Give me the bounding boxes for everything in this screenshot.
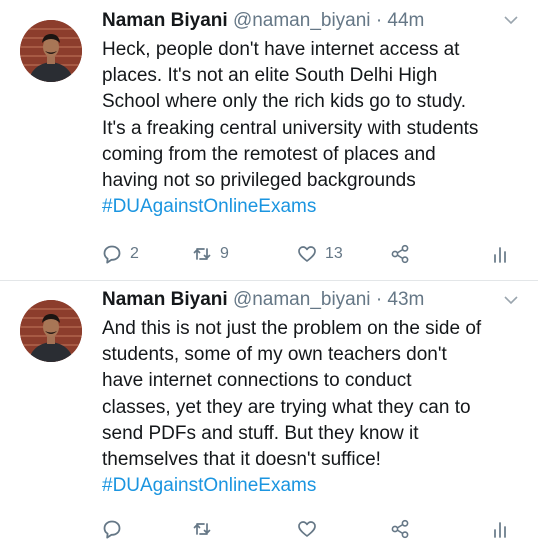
share-button[interactable]: [390, 517, 410, 541]
reply-icon: [103, 520, 121, 539]
chevron-down-icon[interactable]: [504, 15, 518, 25]
analytics-icon: [494, 522, 506, 538]
reply-button[interactable]: 2: [102, 242, 139, 266]
retweet-icon: [193, 248, 211, 260]
tweet-line: Heck, people don't have internet access …: [102, 39, 460, 60]
tweet-text: Heck, people don't have internet access …: [102, 37, 532, 220]
avatar-image: [20, 20, 82, 82]
tweet[interactable]: Naman Biyani @naman_biyani · 43m And thi…: [0, 282, 538, 552]
tweet-header: Naman Biyani @naman_biyani · 43m: [102, 289, 424, 311]
tweet-line: students, some of my own teachers don't: [102, 344, 447, 366]
like-count: 13: [325, 245, 343, 262]
tweet[interactable]: Naman Biyani @naman_biyani · 44m Heck, p…: [0, 0, 538, 280]
avatar-image: [20, 300, 82, 362]
analytics-button[interactable]: [490, 242, 510, 266]
display-name[interactable]: Naman Biyani: [102, 289, 228, 310]
tweet-actions: 2 9 13: [102, 242, 522, 266]
analytics-button[interactable]: [490, 517, 510, 541]
hashtag-link[interactable]: #DUAgainstOnlineExams: [102, 473, 532, 499]
chevron-down-icon[interactable]: [504, 295, 518, 305]
separator-dot: ·: [375, 289, 383, 310]
share-button[interactable]: [390, 242, 410, 266]
tweet-line: places. It's not an elite South Delhi Hi…: [102, 65, 438, 87]
separator-dot: ·: [375, 10, 383, 31]
avatar[interactable]: [20, 20, 82, 82]
tweet-line: And this is not just the problem on the …: [102, 318, 482, 339]
share-icon: [391, 244, 409, 264]
tweet-actions: [102, 517, 522, 541]
heart-icon: [298, 246, 316, 262]
retweet-icon: [193, 523, 211, 535]
tweet-line: send PDFs and stuff. But they know it: [102, 422, 419, 444]
analytics-icon: [494, 247, 506, 263]
share-icon: [391, 519, 409, 539]
tweet-header: Naman Biyani @naman_biyani · 44m: [102, 10, 424, 32]
retweet-button[interactable]: [192, 517, 212, 541]
like-button[interactable]: 13: [297, 242, 343, 266]
reply-count: 2: [130, 245, 139, 262]
tweet-line: School where only the rich kids go to st…: [102, 91, 467, 113]
heart-icon: [298, 521, 316, 537]
user-handle[interactable]: @naman_biyani: [233, 289, 371, 310]
retweet-button[interactable]: 9: [192, 242, 229, 266]
tweet-line: themselves that it doesn't suffice!: [102, 449, 381, 471]
tweet-line: have internet connections to conduct: [102, 370, 412, 392]
timestamp[interactable]: 43m: [387, 289, 424, 310]
timestamp[interactable]: 44m: [387, 10, 424, 31]
user-handle[interactable]: @naman_biyani: [233, 10, 371, 31]
tweet-text: And this is not just the problem on the …: [102, 316, 532, 499]
reply-button[interactable]: [102, 517, 122, 541]
like-button[interactable]: [297, 517, 317, 541]
reply-icon: [103, 245, 121, 264]
retweet-count: 9: [220, 245, 229, 262]
hashtag-link[interactable]: #DUAgainstOnlineExams: [102, 194, 532, 220]
tweet-line: classes, yet they are trying what they c…: [102, 396, 471, 418]
tweet-divider: [0, 280, 538, 281]
tweet-line: coming from the remotest of places and: [102, 143, 436, 165]
display-name[interactable]: Naman Biyani: [102, 10, 228, 31]
tweet-line: having not so privileged backgrounds: [102, 170, 416, 192]
tweet-line: It's a freaking central university with …: [102, 117, 479, 139]
avatar[interactable]: [20, 300, 82, 362]
